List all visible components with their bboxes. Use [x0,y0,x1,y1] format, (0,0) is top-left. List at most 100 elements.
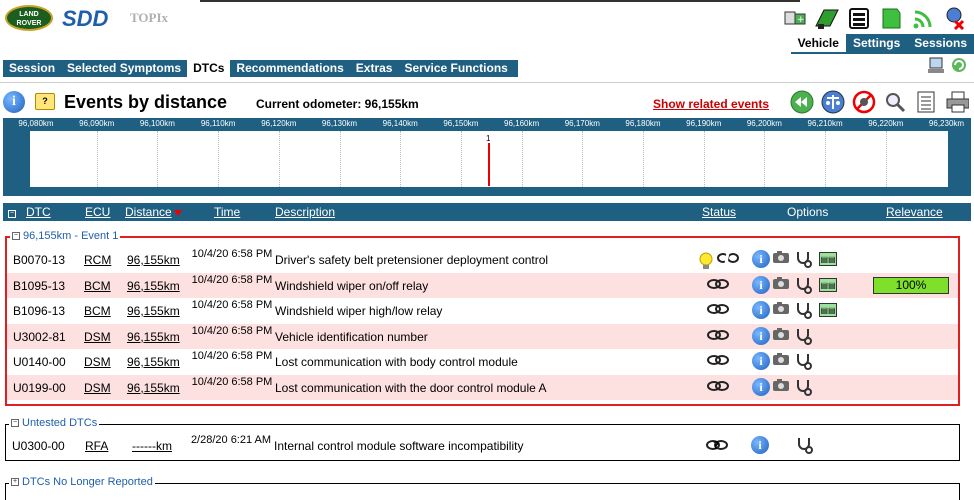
dtc-code: U3002-81 [13,329,66,344]
camera-icon[interactable] [772,327,790,345]
info-icon[interactable]: i [752,326,770,345]
ecu-link[interactable]: BCM [84,304,111,318]
document-icon[interactable] [878,4,904,32]
timeline-gridline [400,131,402,187]
info-icon[interactable]: i [752,301,770,319]
time-value: 10/4/20 6:58 PM [191,324,273,337]
column-distance[interactable]: Distance [125,205,182,219]
nav-service-functions[interactable]: Service Functions [398,60,513,77]
no-longer-reported-title[interactable]: + DTCs No Longer Reported [9,476,155,488]
timeline-gridline [703,131,705,187]
timeline-event-marker[interactable] [488,143,490,186]
table-row[interactable]: U0140-00 DSM 96,155km 10/4/20 6:58 PM Lost c… [7,349,958,374]
table-row[interactable]: U3002-81 DSM 96,155km 10/4/20 6:58 PM Vehicl… [7,323,958,349]
diagnostic-card-icon[interactable]: ▤▤ [819,303,837,317]
column-description[interactable]: Description [275,205,335,219]
info-icon[interactable]: i [751,436,769,454]
report-list-icon[interactable] [914,90,938,114]
ecu-link[interactable]: RCM [84,253,111,267]
distance-link[interactable]: 96,155km [127,330,180,344]
distance-link[interactable]: 96,155km [127,304,180,318]
computer-help-icon[interactable] [926,56,946,79]
stethoscope-icon[interactable] [795,436,813,454]
info-icon[interactable]: i [752,377,770,396]
info-icon[interactable]: i [752,275,770,294]
info-icon[interactable]: i [3,91,25,113]
nav-selected-symptoms[interactable]: Selected Symptoms [61,60,187,77]
nav-session[interactable]: Session [3,60,61,77]
column-time[interactable]: Time [214,205,240,219]
battery-icon[interactable] [846,4,872,32]
stethoscope-icon[interactable] [794,378,812,396]
distance-link[interactable]: 96,155km [127,355,180,369]
untested-dtcs-title[interactable]: − Untested DTCs [9,417,100,429]
dtc-description: Lost communication with the door control… [275,380,547,395]
vehicle-key-icon[interactable] [814,4,840,32]
timeline-plot-area[interactable]: 1 [30,131,948,187]
camera-icon[interactable] [772,352,790,370]
collapse-icon[interactable]: − [11,419,19,427]
table-row[interactable]: B1096-13 BCM 96,155km 10/4/20 6:58 PM Windsh… [7,298,958,323]
network-disconnected-icon[interactable] [942,4,968,32]
collapse-icon[interactable]: − [12,232,20,240]
nav-recommendations[interactable]: Recommendations [230,60,349,77]
refresh-icon[interactable] [950,56,968,79]
dtc-code: U0300-00 [12,439,65,453]
nav-extras[interactable]: Extras [350,60,399,77]
camera-icon[interactable] [772,378,790,396]
stethoscope-icon[interactable] [794,352,812,370]
column-dtc[interactable]: DTC [26,205,51,219]
camera-icon[interactable] [772,250,790,268]
info-icon[interactable]: i [752,352,770,370]
no-filter-icon[interactable] [852,90,876,114]
search-icon[interactable] [883,90,907,114]
ecu-link[interactable]: DSM [84,355,111,369]
column-relevance[interactable]: Relevance [886,205,943,219]
info-icon[interactable]: i [752,250,770,268]
ecu-link[interactable]: DSM [84,381,111,395]
page-title: Events by distance [64,92,228,112]
event-group-title[interactable]: − 96,155km - Event 1 [10,230,121,242]
mode-tabs: Vehicle Settings Sessions [790,34,974,54]
table-row[interactable]: U0199-00 DSM 96,155km 10/4/20 6:58 PM Lost c… [7,374,958,400]
diagnostic-card-icon[interactable]: ▤▤ [819,277,837,292]
show-related-events-link[interactable]: Show related events [653,97,769,111]
stethoscope-icon[interactable] [794,276,812,294]
vci-connect-icon[interactable]: + [782,4,808,32]
timeline-gridline [96,131,98,187]
distance-link[interactable]: 96,155km [127,381,180,395]
timeline-tick-label: 96,110km [200,119,236,128]
timeline-gridline [339,131,341,187]
stethoscope-icon[interactable] [794,327,812,345]
ecu-link[interactable]: BCM [84,279,111,293]
time-value: 2/28/20 6:21 AM [190,434,272,446]
distance-link[interactable]: 96,155km [127,253,180,267]
folder-question-icon[interactable]: ? [35,93,55,110]
ecu-link[interactable]: RFA [85,439,108,453]
column-status[interactable]: Status [702,205,736,219]
collapse-all-icon[interactable]: − [8,204,19,218]
stethoscope-icon[interactable] [794,250,812,268]
tab-settings[interactable]: Settings [845,34,908,54]
column-ecu[interactable]: ECU [85,205,110,219]
expand-icon[interactable]: + [11,478,19,486]
ecu-link[interactable]: DSM [84,330,111,344]
rewind-icon[interactable] [790,90,814,114]
balance-scale-icon[interactable] [821,90,845,114]
table-row[interactable]: B1095-13 BCM 96,155km 10/4/20 6:58 PM Windsh… [7,272,958,298]
tab-sessions[interactable]: Sessions [907,34,974,54]
nav-dtcs[interactable]: DTCs [187,60,231,77]
diagnostic-card-icon[interactable]: ▤▤ [819,252,837,266]
timeline-gridline [764,131,766,187]
distance-link[interactable]: 96,155km [127,279,180,293]
camera-icon[interactable] [772,301,790,319]
tab-vehicle[interactable]: Vehicle [790,34,846,54]
distance-link[interactable]: ------km [132,439,172,453]
camera-icon[interactable] [772,276,790,294]
table-row[interactable]: B0070-13 RCM 96,155km 10/4/20 6:58 PM Driver… [7,247,958,272]
dtc-code: B1096-13 [13,304,66,318]
table-row[interactable]: U0300-00 RFA ------km 2/28/20 6:21 AM In… [6,433,959,458]
stethoscope-icon[interactable] [794,301,812,319]
printer-icon[interactable] [945,90,969,114]
wireless-signal-icon[interactable] [910,4,936,32]
